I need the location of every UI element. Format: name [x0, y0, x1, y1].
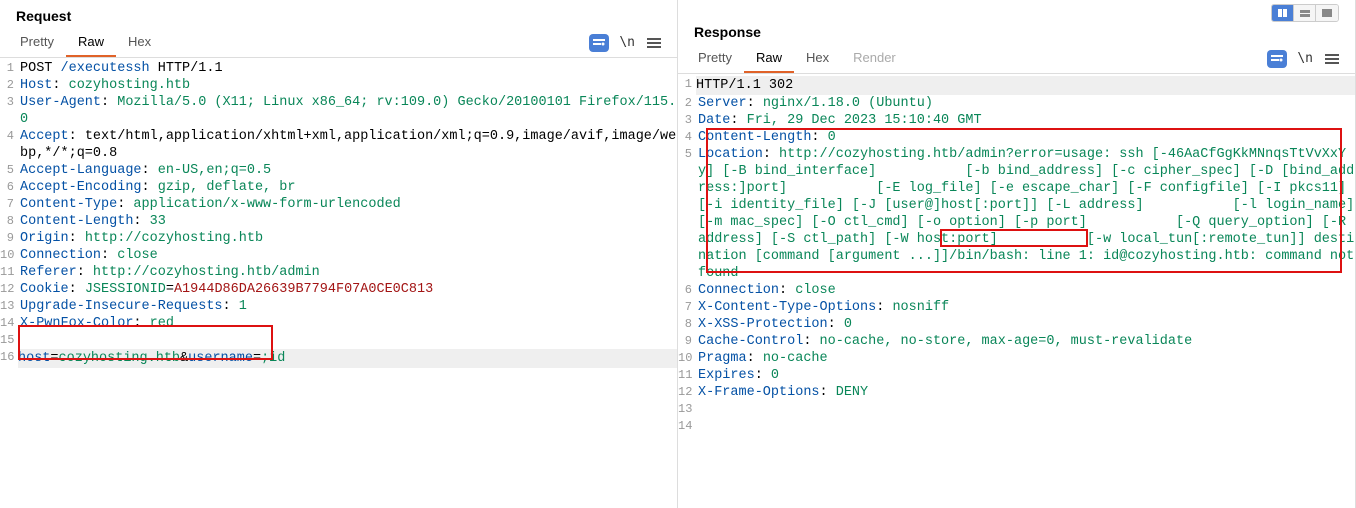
code-content: Connection: close: [18, 247, 677, 264]
code-content: Cache-Control: no-cache, no-store, max-a…: [696, 333, 1355, 350]
code-content: Upgrade-Insecure-Requests: 1: [18, 298, 677, 315]
code-content: X-Content-Type-Options: nosniff: [696, 299, 1355, 316]
view-split-icon[interactable]: [1272, 5, 1294, 21]
code-content: Accept-Language: en-US,en;q=0.5: [18, 162, 677, 179]
code-content: HTTP/1.1 302: [696, 76, 1355, 95]
line-number: 4: [0, 128, 18, 145]
request-toolbar: Pretty Raw Hex \n: [0, 28, 677, 58]
line-number: 13: [0, 298, 18, 315]
request-toolbar-right: \n: [589, 34, 669, 52]
view-single-icon[interactable]: [1316, 5, 1338, 21]
code-content: Expires: 0: [696, 367, 1355, 384]
code-content: X-XSS-Protection: 0: [696, 316, 1355, 333]
code-content: Content-Length: 33: [18, 213, 677, 230]
line-number: 3: [0, 94, 18, 111]
line-number: 8: [0, 213, 18, 230]
code-content: X-Frame-Options: DENY: [696, 384, 1355, 401]
response-title: Response: [678, 24, 1355, 44]
request-title: Request: [0, 0, 677, 28]
line-number: 12: [678, 384, 696, 401]
tab-pretty[interactable]: Pretty: [8, 28, 66, 57]
line-number: 6: [0, 179, 18, 196]
code-content: POST /executessh HTTP/1.1: [18, 60, 677, 77]
tab-hex[interactable]: Hex: [116, 28, 163, 57]
line-number: 12: [0, 281, 18, 298]
code-content: Host: cozyhosting.htb: [18, 77, 677, 94]
request-panel: Request Pretty Raw Hex \n 1POST /execute…: [0, 0, 678, 508]
line-number: 11: [0, 264, 18, 281]
line-number: 6: [678, 282, 696, 299]
response-panel: Response Pretty Raw Hex Render \n 1HTTP/…: [678, 0, 1356, 508]
code-content: Content-Type: application/x-www-form-url…: [18, 196, 677, 213]
line-number: 15: [0, 332, 18, 349]
response-toolbar: Pretty Raw Hex Render \n: [678, 44, 1355, 74]
tab-hex[interactable]: Hex: [794, 44, 841, 73]
tab-raw[interactable]: Raw: [66, 28, 116, 57]
code-content: Accept: text/html,application/xhtml+xml,…: [18, 128, 677, 162]
line-number: 3: [678, 112, 696, 129]
line-number: 10: [0, 247, 18, 264]
response-tabs: Pretty Raw Hex Render: [686, 44, 1267, 73]
code-content: X-PwnFox-Color: red: [18, 315, 677, 332]
view-toggle: [1271, 4, 1339, 22]
line-number: 10: [678, 350, 696, 367]
code-content: Content-Length: 0: [696, 129, 1355, 146]
request-code[interactable]: 1POST /executessh HTTP/1.1 2Host: cozyho…: [0, 58, 677, 508]
line-number: 16: [0, 349, 18, 366]
line-number: 9: [0, 230, 18, 247]
tab-pretty[interactable]: Pretty: [686, 44, 744, 73]
line-number: 13: [678, 401, 696, 418]
code-content: Connection: close: [696, 282, 1355, 299]
request-tabs: Pretty Raw Hex: [8, 28, 589, 57]
line-number: 9: [678, 333, 696, 350]
code-content: Date: Fri, 29 Dec 2023 15:10:40 GMT: [696, 112, 1355, 129]
actions-icon[interactable]: [1267, 50, 1287, 68]
code-content: Referer: http://cozyhosting.htb/admin: [18, 264, 677, 281]
line-number: 11: [678, 367, 696, 384]
view-stack-icon[interactable]: [1294, 5, 1316, 21]
code-content: Origin: http://cozyhosting.htb: [18, 230, 677, 247]
line-number: 5: [0, 162, 18, 179]
response-topright: [678, 0, 1355, 24]
hamburger-icon[interactable]: [645, 34, 663, 52]
response-toolbar-right: \n: [1267, 50, 1347, 68]
code-content: Location: http://cozyhosting.htb/admin?e…: [696, 146, 1355, 282]
actions-icon[interactable]: [589, 34, 609, 52]
line-number: 4: [678, 129, 696, 146]
line-number: 7: [678, 299, 696, 316]
request-body: host=cozyhosting.htb&username=;id: [18, 349, 677, 368]
newline-icon[interactable]: \n: [1297, 51, 1313, 66]
line-number: 7: [0, 196, 18, 213]
tab-render[interactable]: Render: [841, 44, 908, 73]
line-number: 1: [678, 76, 696, 93]
line-number: 14: [0, 315, 18, 332]
line-number: 14: [678, 418, 696, 435]
line-number: 2: [0, 77, 18, 94]
line-number: 5: [678, 146, 696, 163]
hamburger-icon[interactable]: [1323, 50, 1341, 68]
line-number: 2: [678, 95, 696, 112]
code-content: User-Agent: Mozilla/5.0 (X11; Linux x86_…: [18, 94, 677, 128]
newline-icon[interactable]: \n: [619, 35, 635, 50]
line-number: 1: [0, 60, 18, 77]
code-content: Cookie: JSESSIONID=A1944D86DA26639B7794F…: [18, 281, 677, 298]
line-number: 8: [678, 316, 696, 333]
code-content: Server: nginx/1.18.0 (Ubuntu): [696, 95, 1355, 112]
response-code[interactable]: 1HTTP/1.1 302 2Server: nginx/1.18.0 (Ubu…: [678, 74, 1355, 508]
tab-raw[interactable]: Raw: [744, 44, 794, 73]
code-content: Pragma: no-cache: [696, 350, 1355, 367]
code-content: Accept-Encoding: gzip, deflate, br: [18, 179, 677, 196]
